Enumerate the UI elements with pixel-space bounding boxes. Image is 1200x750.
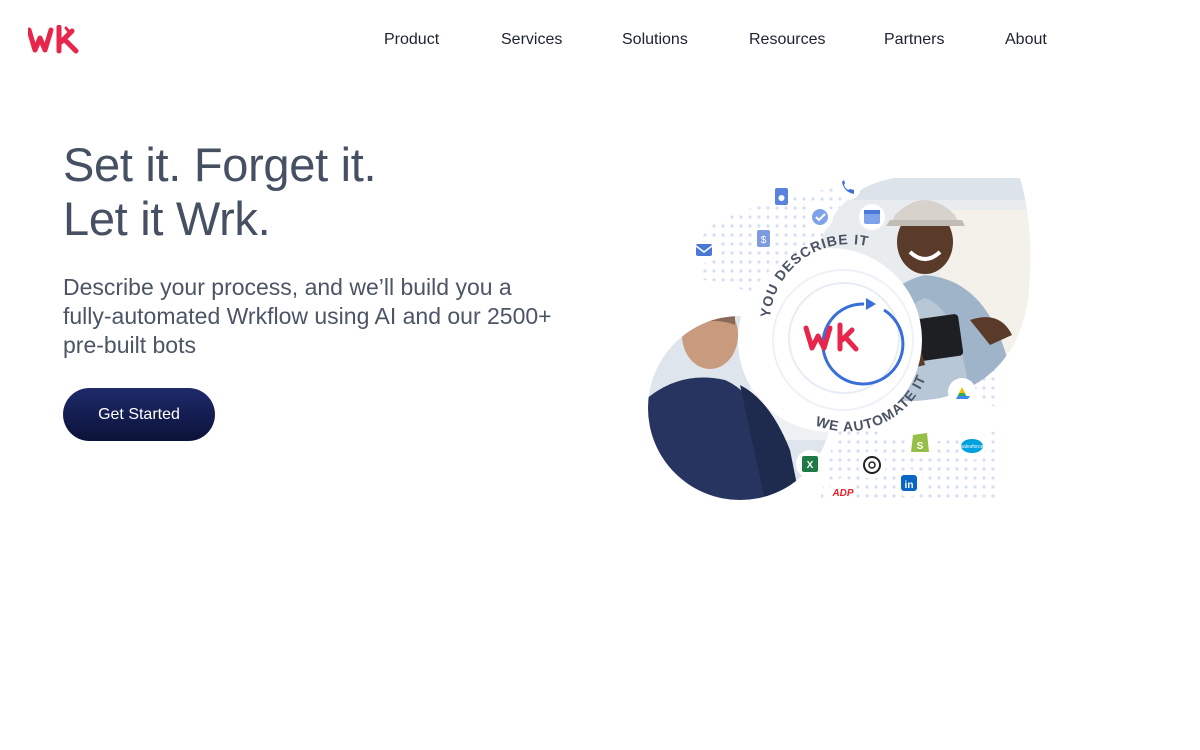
nav-product[interactable]: Product bbox=[384, 29, 439, 51]
phone-icon bbox=[835, 174, 861, 200]
svg-text:$: $ bbox=[761, 235, 767, 246]
email-icon bbox=[691, 237, 717, 263]
openai-icon bbox=[858, 451, 886, 479]
nav-partners[interactable]: Partners bbox=[884, 29, 944, 51]
nav-solutions[interactable]: Solutions bbox=[622, 29, 688, 51]
google-drive-icon bbox=[948, 378, 976, 406]
invoice-icon: $ bbox=[757, 230, 770, 247]
nav-resources[interactable]: Resources bbox=[749, 29, 825, 51]
nav-about[interactable]: About bbox=[1005, 29, 1047, 51]
hero-title-line1: Set it. Forget it. bbox=[63, 138, 377, 191]
svg-text:salesforce: salesforce bbox=[961, 444, 984, 450]
salesforce-icon: salesforce bbox=[958, 432, 986, 460]
nav-services[interactable]: Services bbox=[501, 29, 562, 51]
svg-text:ADP: ADP bbox=[831, 488, 853, 499]
document-icon bbox=[775, 188, 788, 205]
get-started-button[interactable]: Get Started bbox=[63, 388, 215, 441]
svg-text:X: X bbox=[807, 460, 814, 471]
hero-subtitle: Describe your process, and we’ll build y… bbox=[63, 274, 552, 358]
page: Product Services Solutions Resources Par… bbox=[0, 0, 1200, 750]
adp-icon: ADP bbox=[829, 478, 857, 506]
hero-title-line2: Let it Wrk. bbox=[63, 192, 271, 245]
hero-title: Set it. Forget it. Let it Wrk. bbox=[63, 138, 377, 246]
main-nav: Product Services Solutions Resources Par… bbox=[0, 29, 1200, 51]
check-badge-icon bbox=[807, 204, 833, 230]
svg-text:in: in bbox=[905, 480, 914, 491]
shopify-icon: S bbox=[906, 429, 934, 457]
svg-text:S: S bbox=[917, 441, 924, 452]
calendar-icon bbox=[859, 204, 885, 230]
linkedin-icon: in bbox=[895, 469, 923, 497]
excel-icon: X bbox=[796, 450, 824, 478]
hero-illustration: YOU DESCRIBE IT WE AUTOMATE IT $ S sales… bbox=[648, 174, 1031, 506]
